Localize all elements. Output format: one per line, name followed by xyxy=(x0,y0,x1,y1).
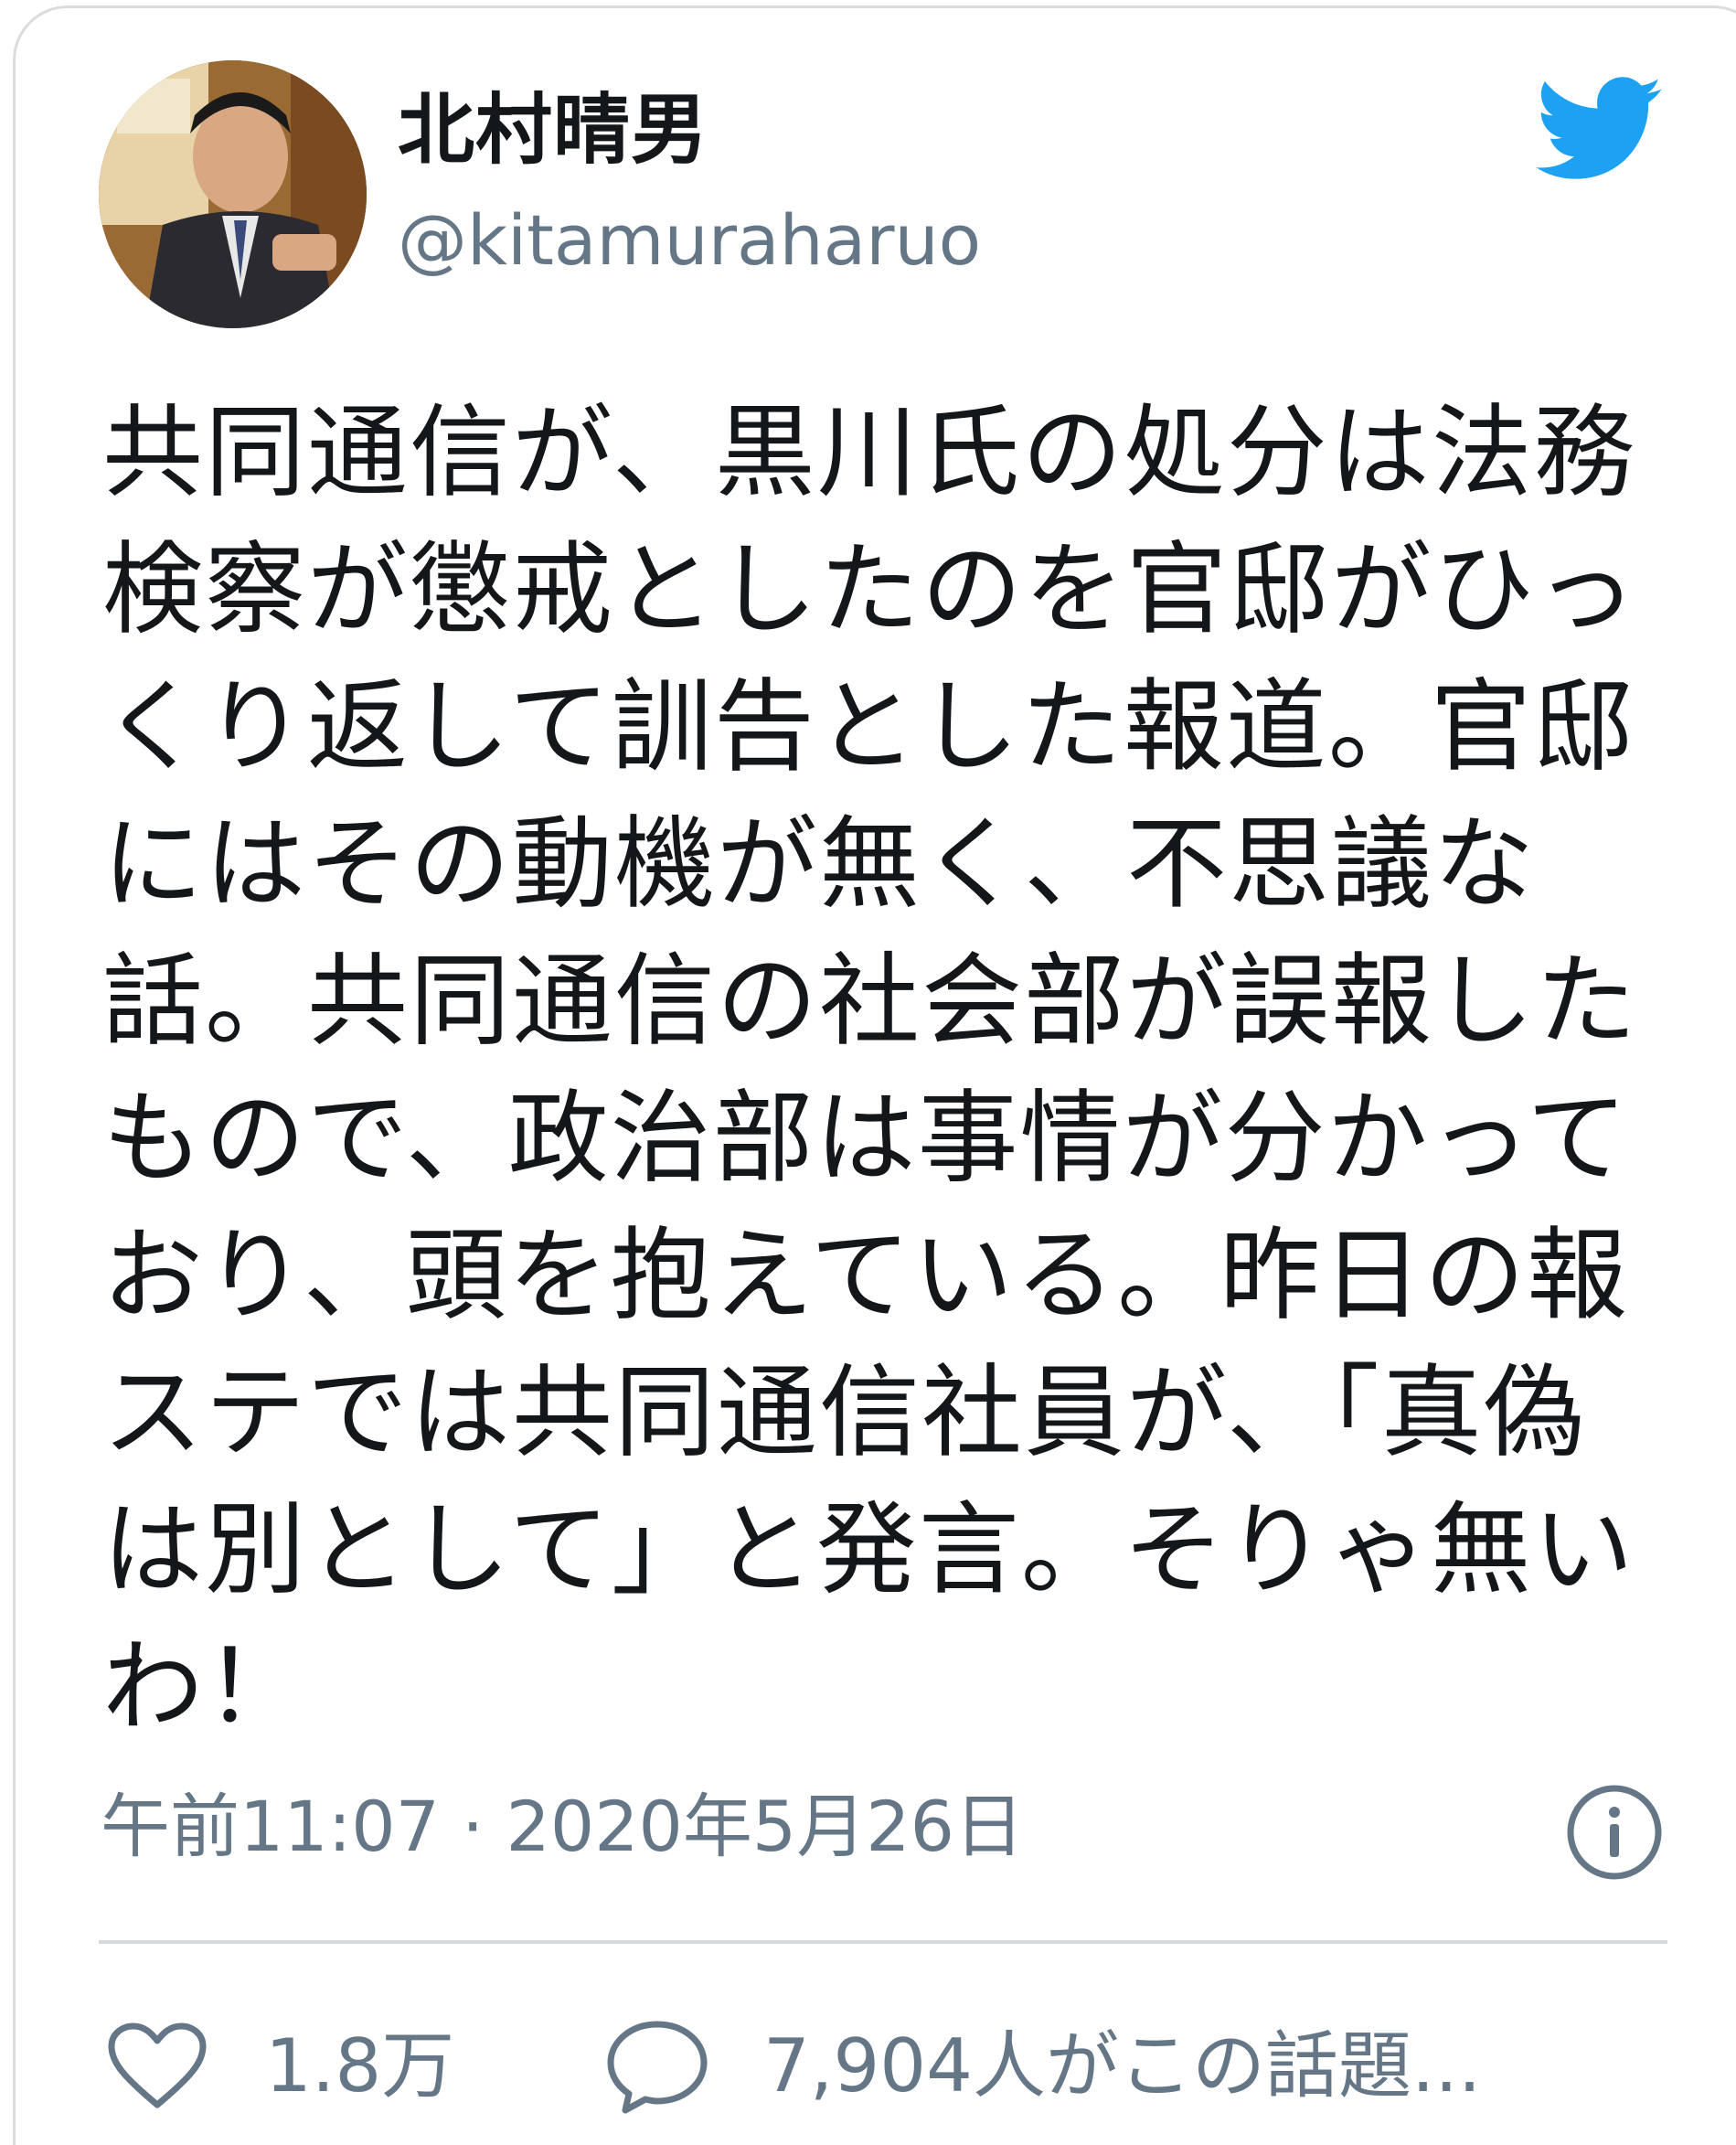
tweet-line: くり返して訓告とした報道。官邸 xyxy=(102,668,1635,785)
heart-icon[interactable] xyxy=(106,2021,208,2112)
tweet-line: ステでは共同通信社員が、「真偽 xyxy=(102,1354,1586,1471)
tweet-body: 共同通信が、黒川氏の処分は法務 検察が懲戒としたのを官邸がひっ くり返して訓告と… xyxy=(102,384,1675,1755)
tweet-line: わ！ xyxy=(102,1628,307,1745)
speech-bubble-icon[interactable] xyxy=(603,2017,711,2116)
tweet-line: にはその動機が無く、不思議な xyxy=(102,806,1536,923)
tweet-timestamp[interactable]: 午前11:07 · 2020年5月26日 xyxy=(101,1792,1024,1862)
tweet-line: 共同通信が、黒川氏の処分は法務 xyxy=(102,394,1636,511)
tweet-line: 検察が懲戒としたのを官邸がひっ xyxy=(102,531,1638,648)
avatar[interactable] xyxy=(99,60,367,328)
talking-count[interactable]: 7,904人がこの話題... xyxy=(763,2030,1481,2103)
tweet-actions: 1.8万 7,904人がこの話題... xyxy=(101,2012,1673,2121)
tweet-line: は別として」と発言。そりゃ無い xyxy=(102,1491,1635,1608)
display-name[interactable]: 北村晴男 xyxy=(398,91,708,168)
info-icon[interactable] xyxy=(1565,1783,1664,1882)
divider xyxy=(99,1940,1667,1944)
tweet-line: 話。共同通信の社会部が誤報した xyxy=(102,943,1638,1060)
twitter-bird-icon xyxy=(1536,75,1664,185)
tweet-line: もので、政治部は事情が分かって xyxy=(102,1080,1630,1197)
avatar-photo xyxy=(99,60,367,328)
user-handle[interactable]: @kitamuraharuo xyxy=(398,206,981,275)
tweet-line: おり、頭を抱えている。昨日の報 xyxy=(102,1217,1630,1334)
like-count[interactable]: 1.8万 xyxy=(265,2030,454,2103)
